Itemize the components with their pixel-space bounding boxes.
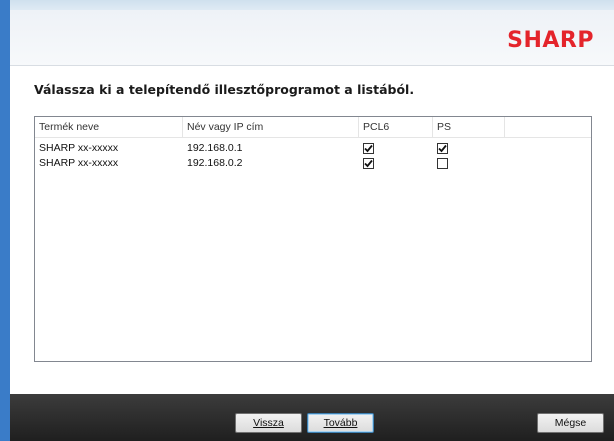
installer-window: SHARP Válassza ki a telepítendő illesztő… bbox=[0, 0, 614, 441]
column-header-pcl6[interactable]: PCL6 bbox=[359, 117, 433, 137]
back-button-label: Vissza bbox=[253, 417, 284, 429]
column-header-ps[interactable]: PS bbox=[433, 117, 505, 137]
back-button[interactable]: Vissza bbox=[235, 413, 302, 433]
checkmark-icon bbox=[364, 144, 373, 153]
ps-checkbox[interactable] bbox=[437, 158, 448, 169]
cancel-button[interactable]: Mégse bbox=[537, 413, 604, 433]
title-bar bbox=[0, 0, 614, 10]
printer-address: 192.168.0.2 bbox=[187, 157, 243, 169]
footer-bar: Vissza Tovább Mégse bbox=[10, 394, 614, 441]
next-button-label: Tovább bbox=[323, 417, 358, 429]
next-button[interactable]: Tovább bbox=[307, 413, 374, 433]
column-header-product[interactable]: Termék neve bbox=[35, 117, 183, 137]
product-name: SHARP xx-xxxxx bbox=[39, 142, 119, 154]
cancel-button-label: Mégse bbox=[554, 417, 587, 429]
list-header: Termék neve Név vagy IP cím PCL6 PS bbox=[35, 117, 591, 138]
ps-checkbox[interactable] bbox=[437, 143, 448, 154]
column-header-address[interactable]: Név vagy IP cím bbox=[183, 117, 359, 137]
product-name: SHARP xx-xxxxx bbox=[39, 157, 119, 169]
pcl6-checkbox[interactable] bbox=[363, 143, 374, 154]
printer-address: 192.168.0.1 bbox=[187, 142, 243, 154]
header-banner: SHARP bbox=[10, 10, 614, 66]
table-row[interactable]: SHARP xx-xxxxx 192.168.0.2 bbox=[35, 156, 591, 171]
content-area: SHARP Válassza ki a telepítendő illesztő… bbox=[10, 10, 614, 394]
sharp-logo: SHARP bbox=[507, 28, 594, 53]
window-left-border bbox=[0, 0, 10, 441]
checkmark-icon bbox=[364, 159, 373, 168]
column-header-empty bbox=[505, 117, 591, 137]
driver-list[interactable]: Termék neve Név vagy IP cím PCL6 PS SHAR… bbox=[34, 116, 592, 362]
instruction-text: Válassza ki a telepítendő illesztőprogra… bbox=[34, 82, 415, 97]
checkmark-icon bbox=[438, 144, 447, 153]
pcl6-checkbox[interactable] bbox=[363, 158, 374, 169]
table-row[interactable]: SHARP xx-xxxxx 192.168.0.1 bbox=[35, 141, 591, 156]
